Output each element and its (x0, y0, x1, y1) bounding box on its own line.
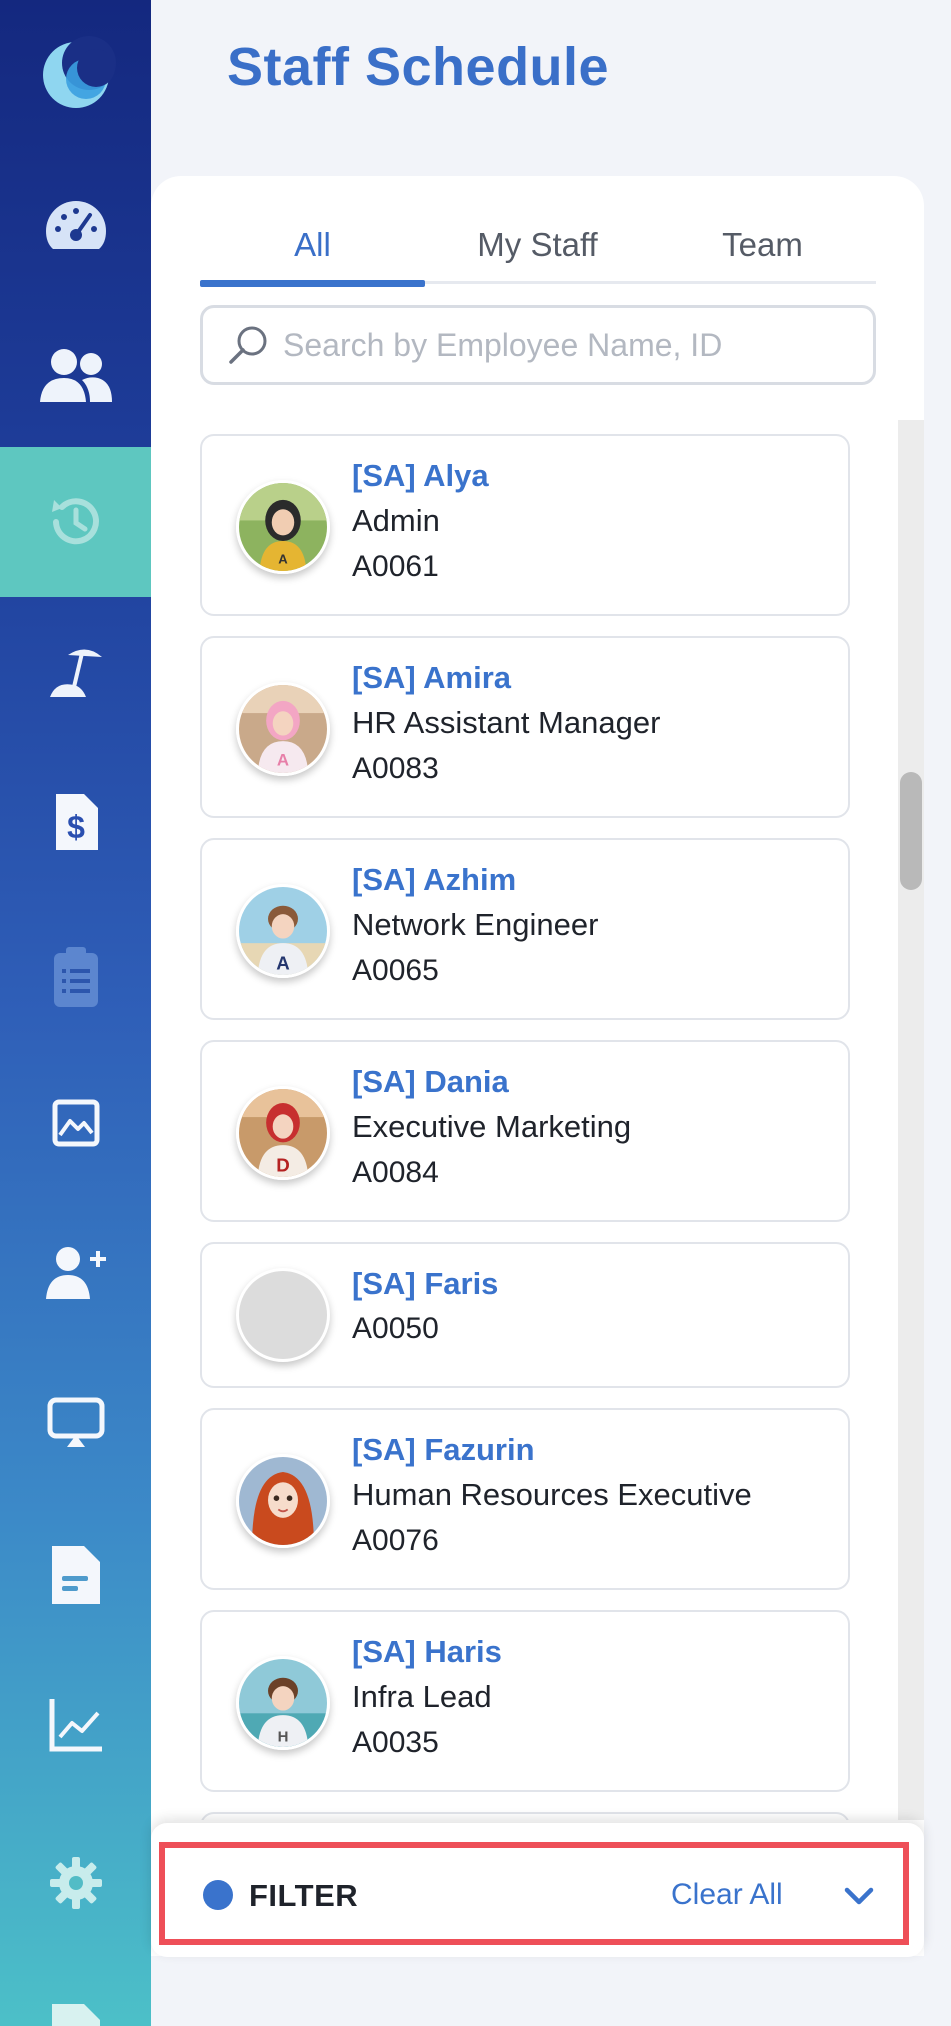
clear-all-button[interactable]: Clear All (671, 1878, 783, 1912)
employee-role: Executive Marketing (352, 1109, 632, 1144)
employee-id: A0076 (352, 1524, 439, 1557)
svg-text:A: A (277, 751, 289, 770)
employee-list: A [SA] Alya Admin A0061 A [SA] Amira HR … (151, 420, 924, 1820)
scrollbar-track[interactable] (898, 420, 924, 1820)
chevron-down-icon[interactable] (841, 1878, 877, 1914)
scrollbar-thumb[interactable] (900, 772, 922, 890)
users-icon (39, 349, 112, 402)
sidebar-item-files[interactable] (0, 1958, 151, 2026)
sidebar-item-presentation[interactable] (0, 1348, 151, 1498)
sidebar-item-gallery[interactable] (0, 1048, 151, 1198)
sidebar-item-tasks[interactable] (0, 902, 151, 1052)
employee-card[interactable]: A [SA] Amira HR Assistant Manager A0083 (200, 636, 850, 818)
analytics-chart-icon (49, 1699, 102, 1752)
leave-beach-icon (49, 649, 102, 697)
employee-role: Infra Lead (352, 1679, 492, 1714)
employee-card[interactable]: D [SA] Dania Executive Marketing A0084 (200, 1040, 850, 1222)
employee-id: A0035 (352, 1726, 439, 1759)
tab-my-staff[interactable]: My Staff (425, 206, 650, 284)
employee-card[interactable]: A [SA] Alya Admin A0061 (200, 434, 850, 616)
page-title: Staff Schedule (227, 37, 610, 97)
filter-bar[interactable]: FILTER Clear All (159, 1842, 909, 1945)
sidebar-item-analytics[interactable] (0, 1650, 151, 1800)
employee-name: [SA] Faris (352, 1266, 499, 1301)
attendance-history-icon (51, 498, 99, 545)
moon-logo-icon (42, 36, 116, 108)
employee-card[interactable]: [SA] Fazurin Human Resources Executive A… (200, 1408, 850, 1590)
file-icon (51, 2004, 100, 2026)
avatar: A (236, 480, 330, 574)
avatar-placeholder (236, 1268, 330, 1362)
employee-role: Admin (352, 503, 440, 538)
svg-text:A: A (276, 952, 290, 973)
clipboard-icon (53, 947, 98, 1007)
sidebar-item-users[interactable] (0, 300, 151, 450)
sidebar-item-settings[interactable] (0, 1808, 151, 1958)
employee-name: [SA] Fazurin (352, 1432, 535, 1467)
employee-id: A0065 (352, 954, 439, 987)
employee-id: A0061 (352, 550, 439, 583)
employee-name: [SA] Haris (352, 1634, 502, 1669)
avatar: A (236, 884, 330, 978)
search-icon (229, 326, 267, 364)
sidebar-item-dashboard[interactable] (0, 150, 151, 300)
svg-text:D: D (276, 1154, 290, 1175)
sidebar-item-add-staff[interactable] (0, 1198, 151, 1348)
sidebar-item-schedule[interactable] (0, 447, 151, 597)
sidebar-item-documents[interactable] (0, 1500, 151, 1650)
search-box[interactable] (200, 305, 876, 385)
employee-role: Human Resources Executive (352, 1477, 752, 1512)
avatar (236, 1454, 330, 1548)
employee-card-partial[interactable] (200, 1812, 850, 1820)
employee-id: A0050 (352, 1312, 439, 1345)
filter-indicator-dot (203, 1880, 233, 1910)
employee-role: HR Assistant Manager (352, 705, 661, 740)
settings-gear-icon (49, 1857, 102, 1909)
app-logo[interactable] (0, 0, 151, 150)
add-user-icon (45, 1247, 106, 1299)
employee-name: [SA] Azhim (352, 862, 517, 897)
sidebar-item-leave[interactable] (0, 597, 151, 747)
avatar: H (236, 1656, 330, 1750)
gallery-image-icon (52, 1099, 99, 1147)
employee-card[interactable]: H [SA] Haris Infra Lead A0035 (200, 1610, 850, 1792)
filter-label: FILTER (249, 1878, 359, 1913)
employee-id: A0084 (352, 1156, 439, 1189)
dashboard-gauge-icon (45, 201, 106, 249)
presentation-icon (47, 1397, 104, 1447)
tab-team[interactable]: Team (650, 206, 875, 284)
sidebar: $ (0, 0, 151, 2026)
payroll-dollar-icon: $ (55, 794, 98, 850)
employee-id: A0083 (352, 752, 439, 785)
employee-card[interactable]: [SA] Faris A0050 (200, 1242, 850, 1388)
tab-all[interactable]: All (200, 206, 425, 287)
sidebar-item-payroll[interactable]: $ (0, 747, 151, 897)
document-icon (51, 1546, 100, 1604)
svg-text:A: A (278, 552, 288, 567)
svg-text:$: $ (67, 809, 85, 845)
employee-card[interactable]: A [SA] Azhim Network Engineer A0065 (200, 838, 850, 1020)
tab-bar: All My Staff Team (200, 206, 876, 287)
search-input[interactable] (283, 326, 843, 364)
avatar: D (236, 1086, 330, 1180)
employee-name: [SA] Amira (352, 660, 512, 695)
svg-text:H: H (278, 1728, 289, 1745)
employee-role: Network Engineer (352, 907, 599, 942)
employee-name: [SA] Alya (352, 458, 489, 493)
avatar: A (236, 682, 330, 776)
employee-name: [SA] Dania (352, 1064, 509, 1099)
